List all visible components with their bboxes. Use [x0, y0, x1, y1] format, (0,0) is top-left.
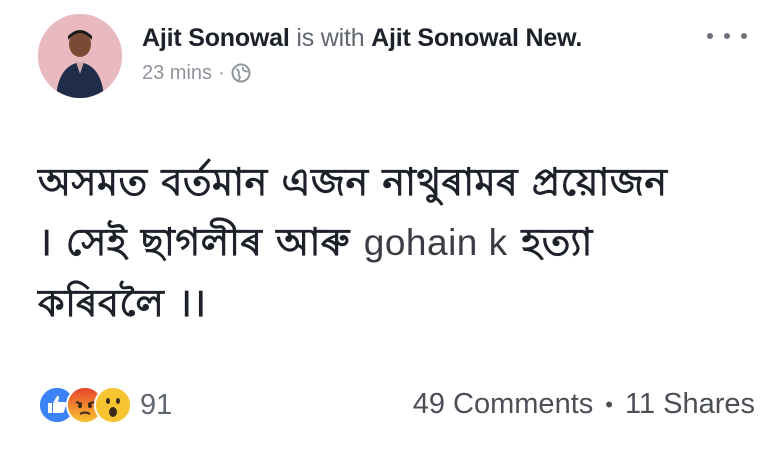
post-body-line: । সেই ছাগলীৰ আৰু gohain k হত্যা — [38, 212, 758, 273]
post-body-segment: হত্যা — [507, 220, 593, 264]
shares-link[interactable]: 11 Shares — [625, 388, 755, 421]
wow-icon — [94, 386, 132, 424]
post-timestamp[interactable]: 23 mins — [142, 60, 212, 86]
post-body-text: অসমত বৰ্তমান এজন নাথুৰামৰ প্ৰয়োজন । সেই … — [38, 152, 758, 333]
author-name[interactable]: Ajit Sonowal — [142, 24, 290, 52]
post-meta: 23 mins · — [142, 60, 702, 86]
post-body-segment: কৰিবলৈ ।। — [38, 281, 207, 325]
with-label: is with — [296, 24, 365, 52]
meta-separator: · — [218, 62, 225, 84]
avatar-photo — [38, 14, 122, 98]
more-dot — [724, 33, 730, 39]
stats-separator: • — [605, 391, 613, 417]
reaction-count[interactable]: 91 — [140, 389, 172, 422]
more-dots-icon — [707, 33, 713, 39]
post-header: Ajit Sonowal is with Ajit Sonowal New. 2… — [142, 22, 702, 86]
comments-link[interactable]: 49 Comments — [413, 388, 594, 421]
globe-icon[interactable] — [231, 63, 251, 83]
tagged-user[interactable]: Ajit Sonowal New. — [371, 24, 582, 52]
post-card: Ajit Sonowal is with Ajit Sonowal New. 2… — [0, 0, 777, 450]
post-body-line: কৰিবলৈ ।। — [38, 273, 758, 333]
post-body-line: অসমত বৰ্তমান এজন নাথুৰামৰ প্ৰয়োজন — [38, 152, 758, 212]
more-options-button[interactable] — [707, 26, 747, 46]
engagement-stats: 49 Comments • 11 Shares — [413, 388, 755, 421]
author-avatar[interactable] — [38, 14, 122, 98]
post-body-latin-text: gohain k — [363, 222, 508, 263]
post-body-segment: । সেই ছাগলীৰ আৰু — [38, 220, 364, 264]
more-dot — [741, 33, 747, 39]
reactions-summary[interactable]: 91 — [38, 386, 172, 424]
post-body-segment: অসমত বৰ্তমান এজন নাথুৰামৰ প্ৰয়োজন — [38, 160, 668, 204]
author-line: Ajit Sonowal is with Ajit Sonowal New. — [142, 22, 702, 54]
